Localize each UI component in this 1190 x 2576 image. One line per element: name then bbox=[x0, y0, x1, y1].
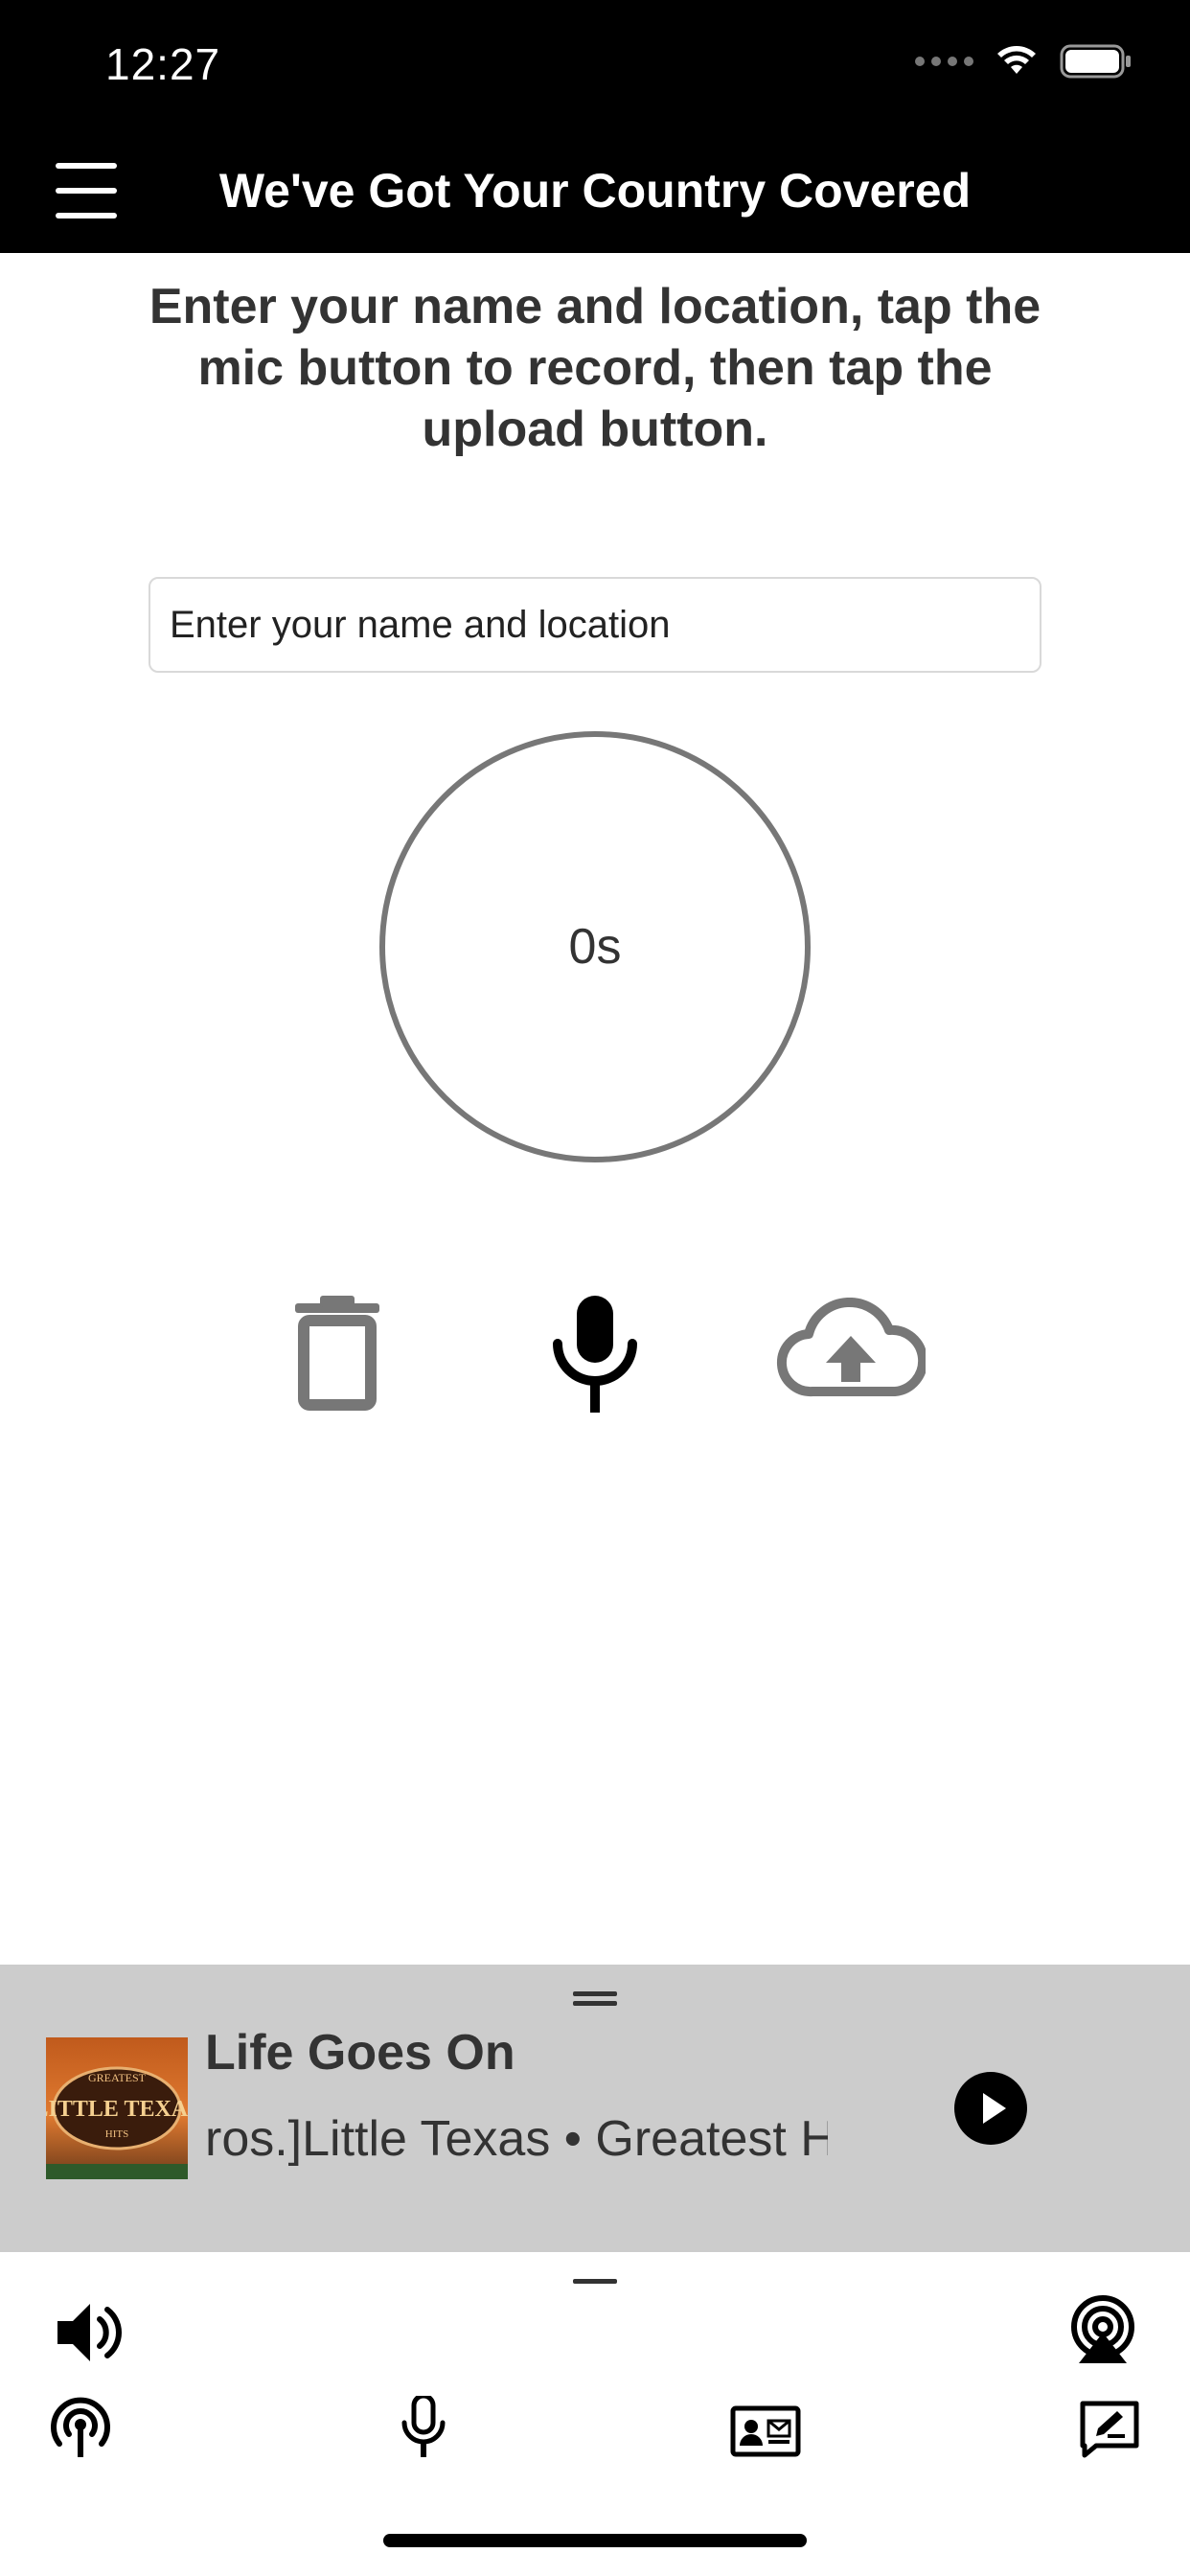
name-location-input[interactable] bbox=[149, 577, 1041, 673]
track-subtitle: ros.]Little Texas • Greatest H bbox=[205, 2111, 828, 2167]
track-title: Life Goes On bbox=[205, 2025, 515, 2081]
contact-card-icon[interactable] bbox=[730, 2405, 801, 2457]
wifi-icon bbox=[997, 46, 1036, 74]
album-art: GREATEST LITTLE TEXAS HITS bbox=[46, 2037, 188, 2179]
battery-icon bbox=[1060, 44, 1131, 79]
mic-icon[interactable] bbox=[546, 1296, 644, 1413]
drag-handle-top-2 bbox=[573, 2001, 617, 2006]
play-icon[interactable] bbox=[954, 2072, 1027, 2145]
page-title: We've Got Your Country Covered bbox=[218, 164, 972, 218]
timer-label: 0s bbox=[568, 919, 622, 975]
album-art-text-bottom: HITS bbox=[105, 2128, 128, 2140]
status-bar: 12:27 bbox=[0, 0, 1190, 134]
album-art-text-main: LITTLE TEXAS bbox=[46, 2097, 188, 2122]
mic-icon[interactable] bbox=[400, 2396, 446, 2457]
status-icons bbox=[915, 44, 1133, 79]
message-edit-icon[interactable] bbox=[1079, 2400, 1140, 2459]
home-indicator bbox=[383, 2534, 807, 2547]
cellular-signal-icon bbox=[915, 57, 973, 66]
now-playing-panel[interactable]: GREATEST LITTLE TEXAS HITS Life Goes On … bbox=[0, 1965, 1190, 2252]
status-time: 12:27 bbox=[105, 39, 221, 89]
app-header: We've Got Your Country Covered bbox=[0, 134, 1190, 253]
drag-handle-bottom[interactable] bbox=[573, 2279, 617, 2284]
airplay-icon[interactable] bbox=[1067, 2294, 1138, 2365]
bottom-toolbar bbox=[0, 2252, 1190, 2576]
record-timer: 0s bbox=[379, 731, 811, 1162]
podcast-icon[interactable] bbox=[48, 2396, 113, 2459]
cloud-upload-icon[interactable] bbox=[776, 1296, 926, 1401]
trash-icon[interactable] bbox=[287, 1296, 387, 1411]
instructions-text: Enter your name and location, tap the mi… bbox=[149, 279, 1041, 457]
album-art-text-top: GREATEST bbox=[88, 2071, 147, 2084]
drag-handle-top[interactable] bbox=[573, 1991, 617, 1996]
volume-icon[interactable] bbox=[54, 2298, 125, 2367]
